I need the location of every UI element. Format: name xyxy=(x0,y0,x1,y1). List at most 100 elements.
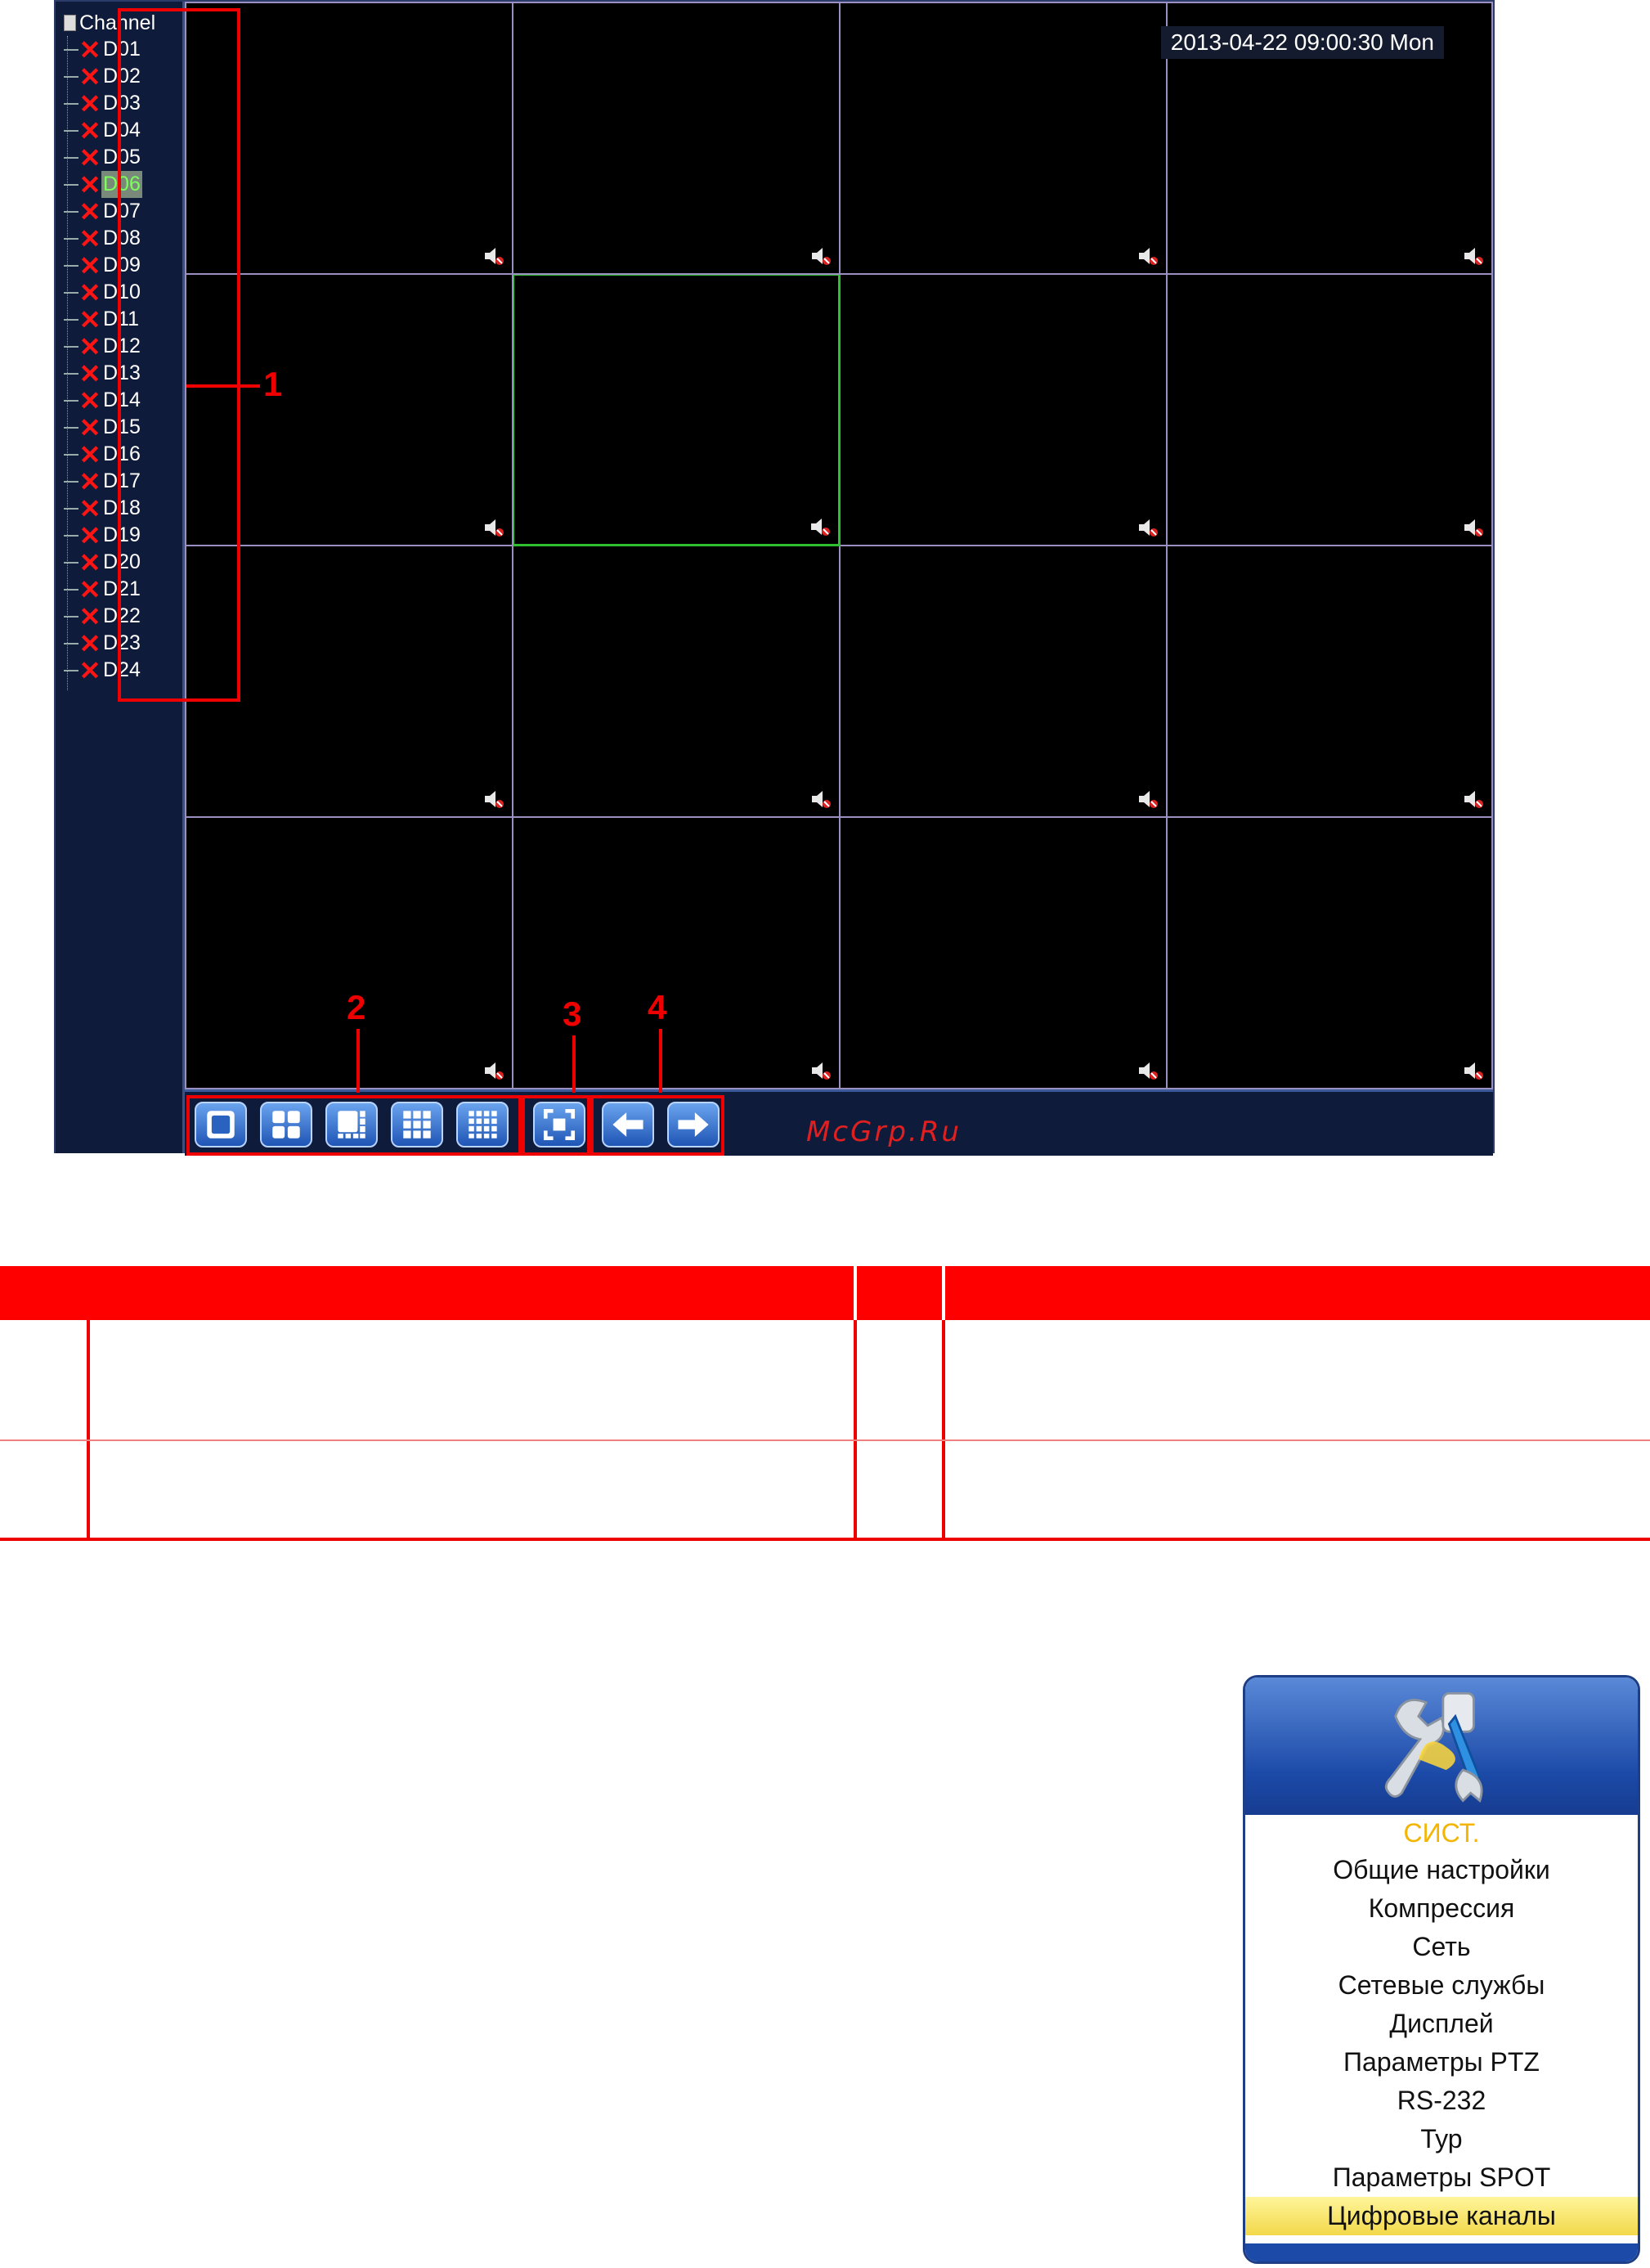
menu-item[interactable]: Сетевые службы xyxy=(1245,1966,1638,2005)
disconnected-icon: ✕ xyxy=(78,358,101,388)
menu-items: Общие настройки Компрессия Сеть Сетевые слу… xyxy=(1245,1851,1638,2235)
speaker-muted-icon xyxy=(1139,519,1158,537)
tree-branch xyxy=(64,507,78,510)
callout-line-4 xyxy=(659,1029,662,1093)
tree-branch xyxy=(64,669,78,671)
speaker-muted-icon xyxy=(812,1062,831,1080)
table-column-divider xyxy=(942,1320,945,1541)
header-separator xyxy=(854,1266,857,1320)
tree-branch xyxy=(64,183,78,186)
tree-branch xyxy=(64,615,78,618)
tree-branch xyxy=(64,102,78,105)
menu-footer xyxy=(1245,2243,1638,2261)
menu-item[interactable]: Общие настройки xyxy=(1245,1851,1638,1889)
tree-branch xyxy=(64,345,78,348)
callout-line-3 xyxy=(572,1035,576,1093)
disconnected-icon: ✕ xyxy=(78,493,101,523)
menu-item[interactable]: Сеть xyxy=(1245,1928,1638,1966)
disconnected-icon: ✕ xyxy=(78,412,101,442)
camera-cell[interactable] xyxy=(1166,545,1493,818)
tree-branch xyxy=(64,426,78,429)
menu-header xyxy=(1245,1677,1638,1815)
disconnected-icon: ✕ xyxy=(78,115,101,146)
tree-branch xyxy=(64,237,78,240)
camera-grid: 2013-04-22 09:00:30 Mon xyxy=(185,2,1493,1089)
tree-branch xyxy=(64,372,78,375)
callout-box-4 xyxy=(590,1095,724,1156)
menu-item[interactable]: Параметры PTZ xyxy=(1245,2043,1638,2082)
camera-cell[interactable] xyxy=(512,2,841,275)
disconnected-icon: ✕ xyxy=(78,304,101,335)
speaker-muted-icon xyxy=(1139,1062,1158,1080)
disconnected-icon: ✕ xyxy=(78,574,101,604)
table-row-divider xyxy=(0,1439,1650,1441)
callout-1: 1 xyxy=(263,365,283,403)
menu-item[interactable]: Тур xyxy=(1245,2120,1638,2158)
tree-branch xyxy=(64,561,78,564)
tools-icon xyxy=(1384,1691,1483,1803)
tree-branch xyxy=(64,453,78,456)
table-header xyxy=(0,1266,1650,1320)
tree-branch xyxy=(64,480,78,483)
camera-cell[interactable] xyxy=(839,816,1168,1089)
camera-cell[interactable] xyxy=(839,2,1168,275)
tree-branch xyxy=(64,534,78,537)
disconnected-icon: ✕ xyxy=(78,142,101,173)
callout-line-2 xyxy=(356,1029,360,1093)
tree-branch xyxy=(64,48,78,51)
camera-cell[interactable] xyxy=(512,816,841,1089)
callout-line-1 xyxy=(186,384,260,388)
callout-4: 4 xyxy=(648,988,667,1026)
tree-expand-icon[interactable] xyxy=(64,15,76,31)
menu-item[interactable]: Компрессия xyxy=(1245,1889,1638,1928)
callout-box-3 xyxy=(522,1095,590,1156)
table-bottom-border xyxy=(0,1538,1650,1541)
menu-item[interactable]: Дисплей xyxy=(1245,2005,1638,2043)
disconnected-icon: ✕ xyxy=(78,61,101,92)
description-table xyxy=(0,1266,1650,1541)
menu-item[interactable]: RS-232 xyxy=(1245,2082,1638,2120)
disconnected-icon: ✕ xyxy=(78,655,101,685)
tree-branch xyxy=(64,291,78,294)
disconnected-icon: ✕ xyxy=(78,88,101,119)
callout-3: 3 xyxy=(563,995,582,1033)
speaker-muted-icon xyxy=(1464,519,1483,537)
tree-branch xyxy=(64,156,78,159)
disconnected-icon: ✕ xyxy=(78,277,101,308)
camera-cell[interactable] xyxy=(839,545,1168,818)
disconnected-icon: ✕ xyxy=(78,628,101,658)
dvr-screen: Channel ✕ D01 ✕ D02 ✕ D03 ✕ D04 ✕ D05 ✕ D06 ✕ D07 ✕ D08… xyxy=(54,0,1495,1156)
speaker-muted-icon xyxy=(485,1062,504,1080)
disconnected-icon: ✕ xyxy=(78,520,101,550)
speaker-muted-icon xyxy=(812,248,831,265)
speaker-muted-icon xyxy=(485,519,504,537)
header-separator xyxy=(942,1266,945,1320)
menu-item[interactable]: Цифровые каналы xyxy=(1245,2197,1638,2235)
disconnected-icon: ✕ xyxy=(78,196,101,227)
speaker-muted-icon xyxy=(1139,248,1158,265)
speaker-muted-icon xyxy=(1464,791,1483,808)
disconnected-icon: ✕ xyxy=(78,250,101,281)
camera-cell[interactable] xyxy=(512,273,841,546)
callout-box-2 xyxy=(186,1095,522,1156)
camera-cell[interactable] xyxy=(839,273,1168,546)
camera-cell[interactable] xyxy=(512,545,841,818)
disconnected-icon: ✕ xyxy=(78,466,101,496)
tree-branch xyxy=(64,129,78,132)
disconnected-icon: ✕ xyxy=(78,34,101,65)
camera-cell[interactable] xyxy=(185,816,513,1089)
speaker-muted-icon xyxy=(1464,1062,1483,1080)
camera-cell[interactable] xyxy=(1166,816,1493,1089)
system-menu: СИСТ. Общие настройки Компрессия Сеть Сетев… xyxy=(1243,1675,1640,2264)
speaker-muted-icon xyxy=(485,791,504,808)
tree-branch xyxy=(64,642,78,644)
callout-box-1 xyxy=(118,8,240,702)
menu-item[interactable]: Параметры SPOT xyxy=(1245,2158,1638,2197)
watermark: McGrp.Ru xyxy=(806,1116,962,1148)
datetime-display: 2013-04-22 09:00:30 Mon xyxy=(1160,26,1444,59)
camera-cell[interactable] xyxy=(1166,273,1493,546)
disconnected-icon: ✕ xyxy=(78,601,101,631)
disconnected-icon: ✕ xyxy=(78,385,101,415)
tree-branch xyxy=(64,318,78,321)
speaker-muted-icon xyxy=(485,248,504,265)
